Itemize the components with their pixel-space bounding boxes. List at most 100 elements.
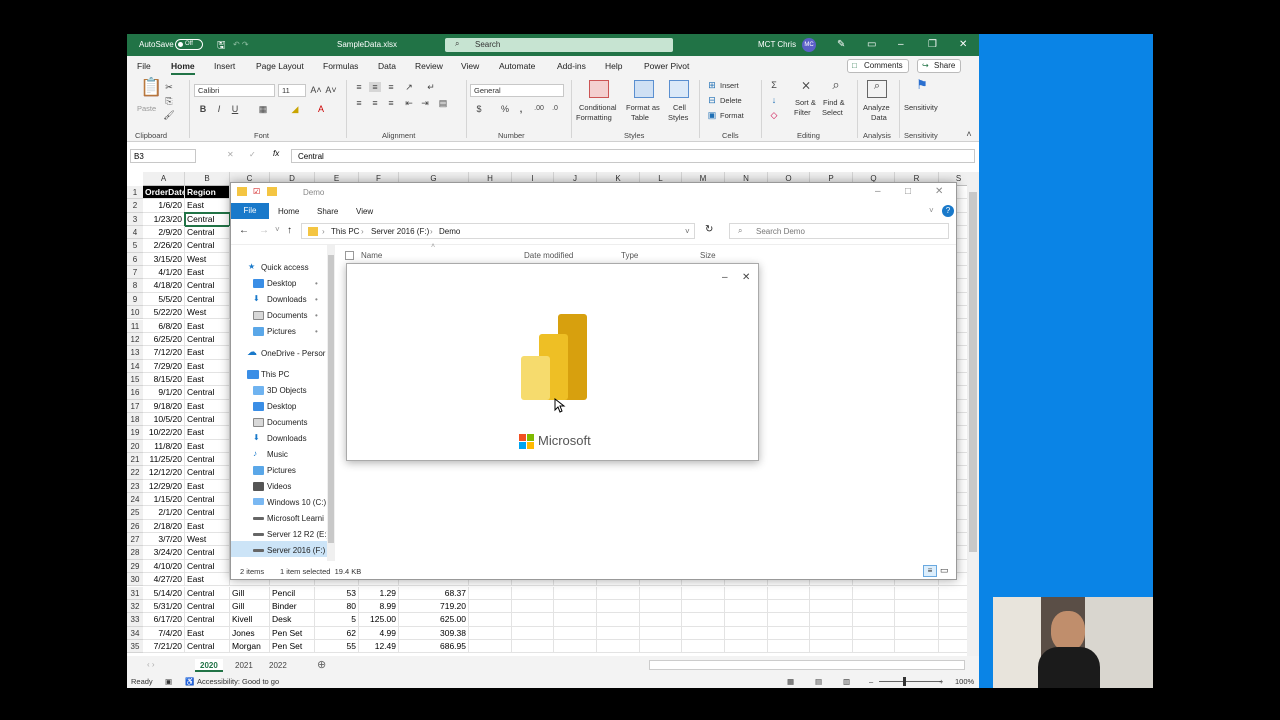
analyze-data-icon[interactable]: ⌕ xyxy=(867,80,887,98)
sheet-tab-2021[interactable]: 2021 xyxy=(230,659,258,672)
font-name-select[interactable]: Calibri xyxy=(194,84,275,97)
table-cell[interactable]: 3/7/20 xyxy=(143,533,185,547)
table-cell[interactable] xyxy=(768,639,810,654)
format-as-table-icon[interactable] xyxy=(634,80,654,98)
table-cell[interactable]: 309.38 xyxy=(399,626,469,640)
table-cell[interactable]: 12.49 xyxy=(359,639,399,654)
add-sheet-icon[interactable]: ⊕ xyxy=(317,658,326,671)
table-cell[interactable] xyxy=(640,586,682,600)
insert-cells-icon[interactable]: ⊞ xyxy=(706,80,718,90)
row-header[interactable]: 5 xyxy=(127,239,143,253)
table-cell[interactable] xyxy=(554,586,597,600)
table-cell[interactable] xyxy=(768,613,810,627)
table-cell[interactable]: Central xyxy=(185,412,230,427)
table-cell[interactable]: 80 xyxy=(315,599,359,614)
percent-icon[interactable]: % xyxy=(499,104,511,114)
row-header[interactable]: 17 xyxy=(127,399,143,413)
table-cell[interactable]: 12/29/20 xyxy=(143,479,185,494)
row-header[interactable]: 1 xyxy=(127,186,143,200)
table-cell[interactable]: 625.00 xyxy=(399,613,469,627)
table-cell[interactable] xyxy=(682,586,725,600)
breadcrumb-demo[interactable]: Demo xyxy=(439,227,460,236)
align-bottom-icon[interactable]: ≡ xyxy=(385,82,397,92)
table-cell[interactable]: Central xyxy=(185,292,230,307)
undo-icon[interactable]: ↶ ↷ xyxy=(233,40,249,49)
table-cell[interactable]: East xyxy=(185,573,230,587)
table-cell[interactable] xyxy=(469,613,512,627)
macro-icon[interactable]: ▣ xyxy=(165,677,172,686)
table-cell[interactable]: Central xyxy=(185,506,230,520)
table-cell[interactable] xyxy=(725,639,768,654)
table-cell[interactable]: 11/25/20 xyxy=(143,453,185,467)
table-cell[interactable] xyxy=(640,613,682,627)
comments-button[interactable]: □ Comments xyxy=(847,59,909,73)
row-header[interactable]: 16 xyxy=(127,386,143,400)
table-cell[interactable] xyxy=(512,626,554,640)
table-cell[interactable] xyxy=(895,613,939,627)
table-cell[interactable] xyxy=(640,639,682,654)
row-header[interactable]: 35 xyxy=(127,639,143,654)
table-cell[interactable]: East xyxy=(185,519,230,534)
splash-minimize-icon[interactable]: – xyxy=(722,272,728,283)
copy-icon[interactable]: ⎘ xyxy=(163,96,175,106)
restore-icon[interactable]: ❐ xyxy=(928,39,937,50)
number-format-select[interactable]: General xyxy=(470,84,564,97)
autosum-icon[interactable]: Σ xyxy=(768,80,780,90)
analyze-data-label-2[interactable]: Data xyxy=(871,113,887,123)
table-cell[interactable]: 2/18/20 xyxy=(143,519,185,534)
column-header[interactable]: A xyxy=(143,172,185,186)
sheet-tab-2022[interactable]: 2022 xyxy=(264,659,292,672)
column-type[interactable]: Type xyxy=(621,251,638,260)
font-color-icon[interactable]: A xyxy=(315,104,327,114)
table-cell[interactable]: 5/31/20 xyxy=(143,599,185,614)
nav-pc-documents[interactable]: Documents xyxy=(267,418,307,427)
table-cell[interactable]: 1/6/20 xyxy=(143,199,185,213)
clear-icon[interactable]: ◇ xyxy=(768,110,780,120)
row-header[interactable]: 25 xyxy=(127,506,143,520)
row-header[interactable]: 28 xyxy=(127,546,143,560)
forward-icon[interactable]: → xyxy=(259,225,269,236)
table-cell[interactable]: 5/14/20 xyxy=(143,586,185,600)
nav-videos[interactable]: Videos xyxy=(267,482,291,491)
column-header[interactable]: B xyxy=(185,172,230,186)
up-icon[interactable]: ↑ xyxy=(287,225,292,236)
row-header[interactable]: 15 xyxy=(127,372,143,387)
pin-icon[interactable]: • xyxy=(315,327,318,336)
table-cell[interactable] xyxy=(810,599,853,614)
cancel-icon[interactable]: ✕ xyxy=(227,150,234,159)
table-cell[interactable] xyxy=(554,599,597,614)
table-cell[interactable]: 6/25/20 xyxy=(143,332,185,347)
menu-automate[interactable]: Automate xyxy=(499,61,535,71)
table-cell[interactable]: 4/10/20 xyxy=(143,559,185,574)
row-header[interactable]: 19 xyxy=(127,426,143,440)
sensitivity-icon[interactable]: ⚑ xyxy=(913,78,931,98)
row-header[interactable]: 8 xyxy=(127,279,143,293)
table-cell[interactable] xyxy=(725,599,768,614)
zoom-slider-thumb[interactable] xyxy=(903,677,906,686)
table-cell[interactable] xyxy=(853,599,895,614)
zoom-in-icon[interactable]: + xyxy=(939,677,943,686)
table-cell[interactable] xyxy=(640,626,682,640)
table-cell[interactable]: Gill xyxy=(230,599,270,614)
table-cell[interactable] xyxy=(768,599,810,614)
table-cell[interactable] xyxy=(853,639,895,654)
row-header[interactable]: 27 xyxy=(127,533,143,547)
row-header[interactable]: 24 xyxy=(127,493,143,507)
table-cell[interactable] xyxy=(469,586,512,600)
table-cell[interactable] xyxy=(597,613,640,627)
align-center-icon[interactable]: ≡ xyxy=(369,98,381,108)
table-cell[interactable]: Central xyxy=(185,613,230,627)
nav-pc-pictures[interactable]: Pictures xyxy=(267,466,296,475)
delete-cells-icon[interactable]: ⊟ xyxy=(706,95,718,105)
cell-styles-icon[interactable] xyxy=(669,80,689,98)
table-cell[interactable]: 1/23/20 xyxy=(143,212,185,227)
table-cell[interactable]: 55 xyxy=(315,639,359,654)
zoom-out-icon[interactable]: – xyxy=(869,677,873,686)
fx-label[interactable]: fx xyxy=(273,149,279,158)
table-cell[interactable]: Morgan xyxy=(230,639,270,654)
nav-pc-desktop[interactable]: Desktop xyxy=(267,402,296,411)
table-cell[interactable]: Central xyxy=(185,386,230,400)
refresh-icon[interactable]: ↻ xyxy=(705,224,713,235)
row-header[interactable]: 9 xyxy=(127,292,143,307)
pen-icon[interactable]: ✎ xyxy=(837,39,845,50)
